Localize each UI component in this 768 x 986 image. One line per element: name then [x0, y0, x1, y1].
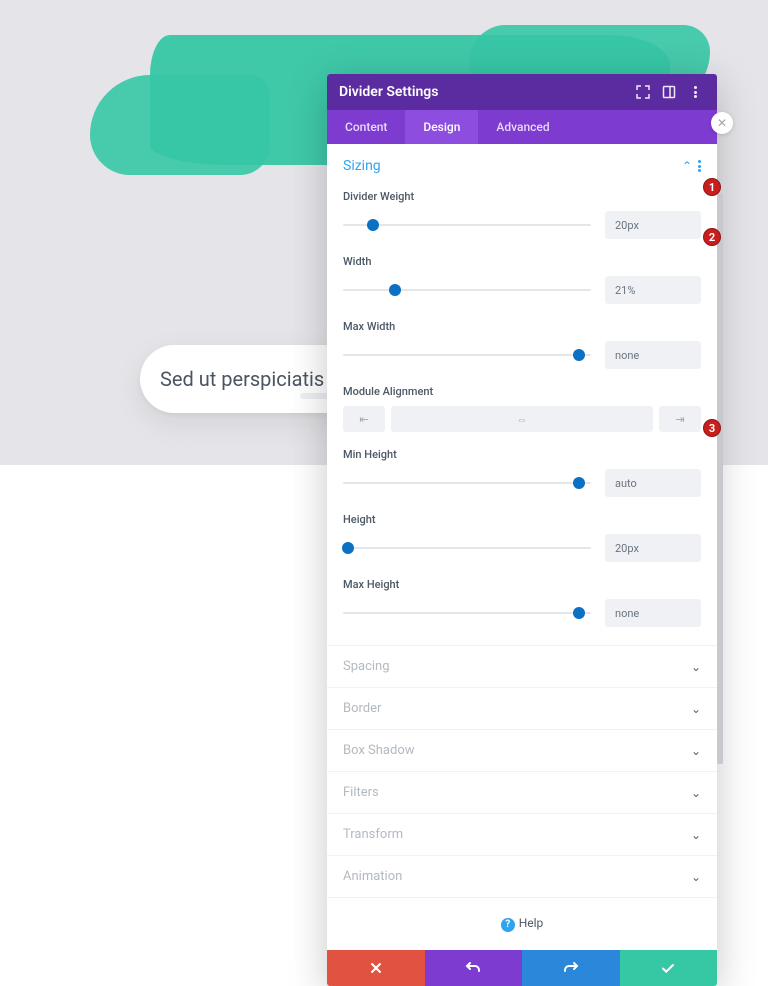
tab-advanced[interactable]: Advanced — [478, 110, 567, 144]
help-icon: ? — [501, 918, 515, 932]
section-border[interactable]: Border⌄ — [327, 687, 717, 729]
label-divider-weight: Divider Weight — [343, 190, 701, 203]
label-max-height: Max Height — [343, 578, 701, 591]
save-button[interactable] — [620, 950, 718, 986]
expand-icon[interactable] — [633, 82, 653, 102]
columns-icon[interactable] — [659, 82, 679, 102]
align-right-button[interactable]: ⇥ — [659, 406, 701, 432]
section-transform[interactable]: Transform⌄ — [327, 813, 717, 855]
label-min-height: Min Height — [343, 448, 701, 461]
chevron-down-icon: ⌄ — [691, 702, 701, 716]
chevron-up-icon[interactable]: ⌃ — [682, 159, 692, 173]
slider-max-width[interactable] — [343, 348, 591, 362]
slider-width[interactable] — [343, 283, 591, 297]
annotation-badge-2: 2 — [703, 228, 721, 246]
input-min-height[interactable] — [605, 469, 701, 497]
label-width: Width — [343, 255, 701, 268]
tab-content[interactable]: Content — [327, 110, 405, 144]
input-max-height[interactable] — [605, 599, 701, 627]
section-menu-icon[interactable] — [698, 159, 701, 173]
section-box-shadow[interactable]: Box Shadow⌄ — [327, 729, 717, 771]
align-left-button[interactable]: ⇤ — [343, 406, 385, 432]
field-module-alignment: Module Alignment ⇤ ⇔ ⇥ — [327, 379, 717, 442]
redo-button[interactable] — [522, 950, 620, 986]
section-animation[interactable]: Animation⌄ — [327, 855, 717, 897]
slider-min-height[interactable] — [343, 476, 591, 490]
help-link[interactable]: ?Help — [327, 897, 717, 950]
chevron-down-icon: ⌄ — [691, 828, 701, 842]
section-spacing[interactable]: Spacing⌄ — [327, 645, 717, 687]
section-filters[interactable]: Filters⌄ — [327, 771, 717, 813]
align-center-button[interactable]: ⇔ — [391, 406, 653, 432]
field-divider-weight: Divider Weight — [327, 184, 717, 249]
undo-button[interactable] — [425, 950, 523, 986]
tab-design[interactable]: Design — [405, 110, 478, 144]
annotation-badge-3: 3 — [703, 419, 721, 437]
search-text: Sed ut perspiciatis ur — [160, 367, 347, 391]
chevron-down-icon: ⌄ — [691, 870, 701, 884]
slider-divider-weight[interactable] — [343, 218, 591, 232]
tabs: Content Design Advanced — [327, 110, 717, 144]
slider-height[interactable] — [343, 541, 591, 555]
modal-titlebar: Divider Settings — [327, 74, 717, 110]
settings-modal: Divider Settings Content Design Advanced… — [327, 74, 717, 986]
section-sizing-title: Sizing — [343, 158, 682, 174]
chevron-down-icon: ⌄ — [691, 744, 701, 758]
chevron-down-icon: ⌄ — [691, 660, 701, 674]
modal-right-edge — [717, 194, 723, 764]
titlebar-menu-icon[interactable] — [685, 82, 705, 102]
label-module-alignment: Module Alignment — [343, 385, 701, 398]
modal-footer — [327, 950, 717, 986]
field-min-height: Min Height — [327, 442, 717, 507]
input-divider-weight[interactable] — [605, 211, 701, 239]
input-width[interactable] — [605, 276, 701, 304]
annotation-badge-1: 1 — [703, 178, 721, 196]
cancel-button[interactable] — [327, 950, 425, 986]
field-width: Width — [327, 249, 717, 314]
input-max-width[interactable] — [605, 341, 701, 369]
field-height: Height — [327, 507, 717, 572]
close-float-icon[interactable]: ✕ — [711, 112, 733, 134]
field-max-height: Max Height — [327, 572, 717, 645]
chevron-down-icon: ⌄ — [691, 786, 701, 800]
modal-title: Divider Settings — [339, 84, 627, 100]
section-sizing-head[interactable]: Sizing ⌃ — [327, 144, 717, 184]
field-max-width: Max Width — [327, 314, 717, 379]
slider-max-height[interactable] — [343, 606, 591, 620]
input-height[interactable] — [605, 534, 701, 562]
modal-body: Sizing ⌃ Divider Weight Width — [327, 144, 717, 950]
label-height: Height — [343, 513, 701, 526]
label-max-width: Max Width — [343, 320, 701, 333]
